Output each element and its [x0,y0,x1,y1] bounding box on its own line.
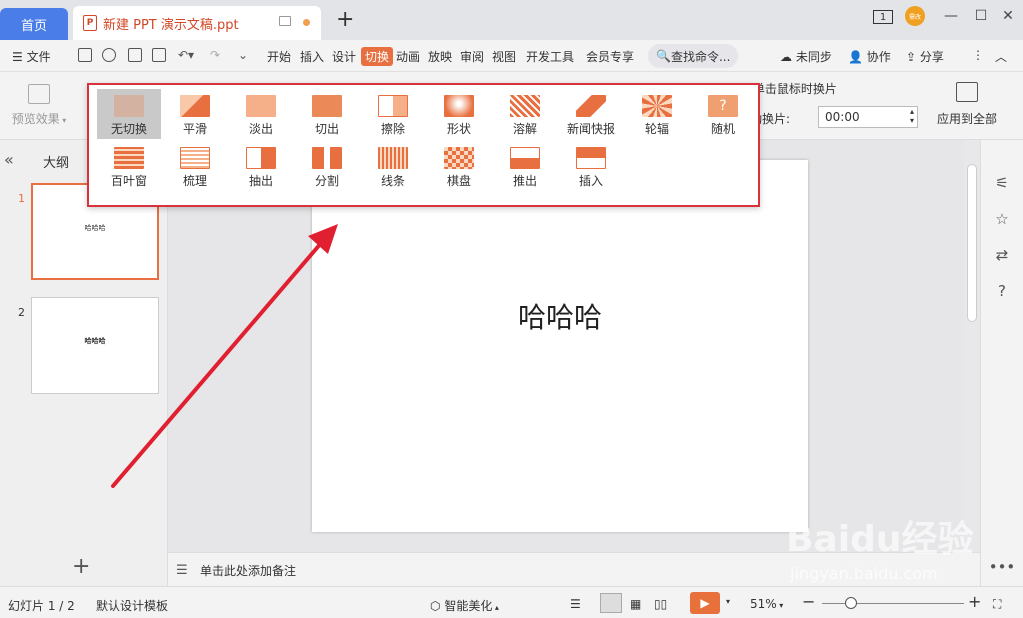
watermark-logo: Baidu经验 [786,519,974,560]
watermark-url: jingyan.baidu.com [790,564,938,583]
